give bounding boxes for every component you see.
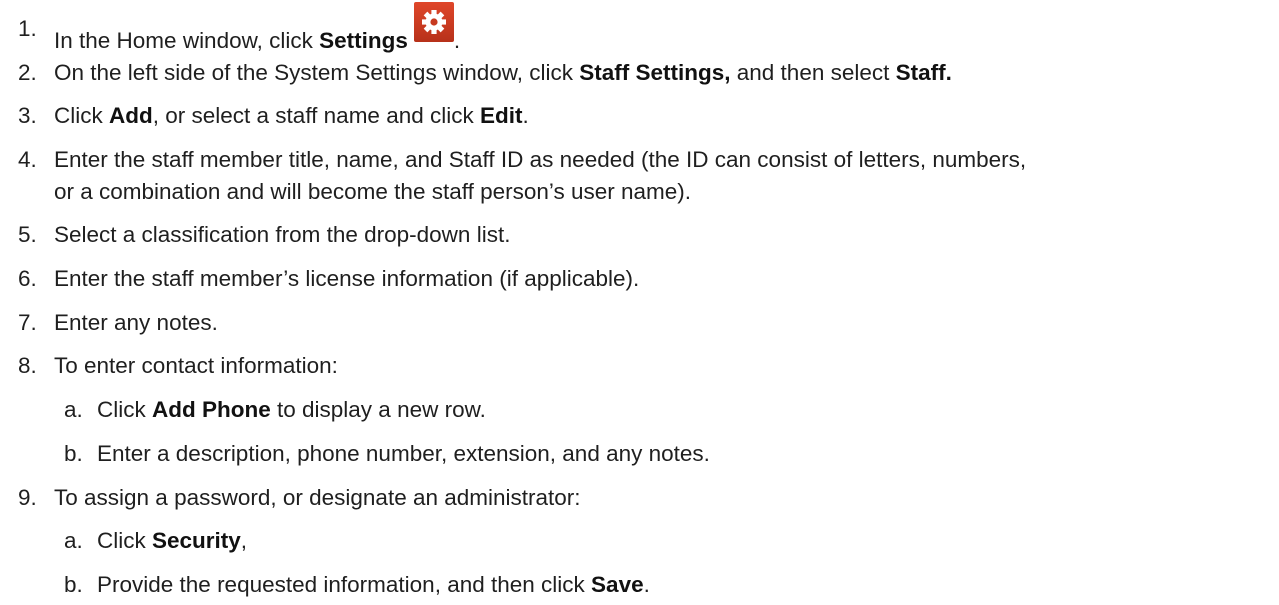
add-phone-label: Add Phone [152, 397, 271, 422]
step-text: To assign a password, or designate an ad… [54, 485, 581, 510]
step-number: 2. [18, 60, 37, 85]
staff-label: Staff. [895, 60, 952, 85]
substep-letter: b. [64, 441, 83, 466]
substep-text: Click Security, [97, 528, 248, 553]
add-label: Add [109, 103, 153, 128]
substep-text: Enter a description, phone number, exten… [97, 441, 710, 466]
substep-text: Click Add Phone to display a new row. [97, 397, 486, 422]
step-text: Enter any notes. [54, 310, 218, 335]
substep-letter: a. [64, 528, 83, 553]
gear-icon [413, 2, 454, 42]
step-number: 8. [18, 353, 37, 378]
step-number: 4. [18, 147, 37, 172]
step-text: On the left side of the System Settings … [54, 60, 952, 85]
staff-settings-label: Staff Settings, [579, 60, 731, 85]
step-text-line-2: or a combination and will become the sta… [54, 179, 692, 204]
step-number: 7. [18, 310, 37, 335]
settings-label: Settings [319, 28, 408, 53]
instruction-list: 1. In the Home window, click Settings . … [0, 0, 1279, 605]
substep-text: Provide the requested information, and t… [97, 572, 650, 597]
step-number: 5. [18, 222, 37, 247]
step-number: 3. [18, 103, 37, 128]
step-number: 1. [18, 16, 37, 41]
step-text: Enter the staff member’s license informa… [54, 266, 640, 291]
step-number: 9. [18, 485, 37, 510]
step-text: Click Add, or select a staff name and cl… [54, 103, 529, 128]
step-text: To enter contact information: [54, 353, 338, 378]
substep-letter: a. [64, 397, 83, 422]
security-label: Security [152, 528, 241, 553]
step-text: In the Home window, click Settings . [54, 2, 460, 56]
save-label: Save [591, 572, 644, 597]
step-number: 6. [18, 266, 37, 291]
edit-label: Edit [480, 103, 523, 128]
step-text-line-1: Enter the staff member title, name, and … [54, 147, 1027, 172]
substep-letter: b. [64, 572, 83, 597]
step-text: Select a classification from the drop-do… [54, 222, 511, 247]
